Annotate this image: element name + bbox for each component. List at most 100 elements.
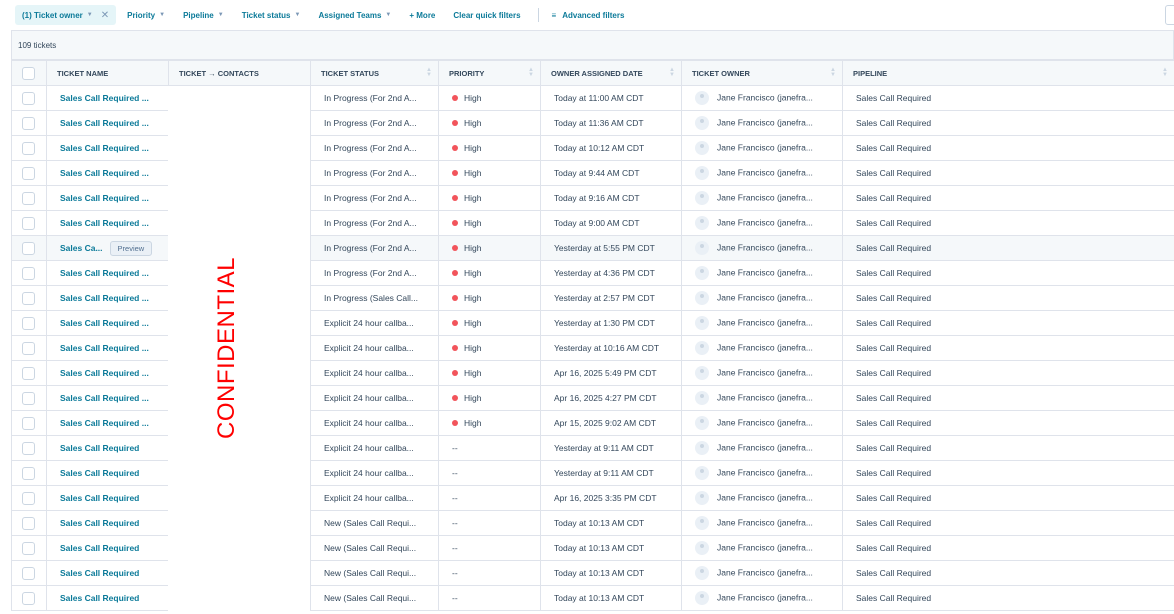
ticket-owner-filter[interactable]: (1) Ticket owner ▼ ✕: [15, 5, 117, 25]
row-checkbox[interactable]: [22, 491, 35, 505]
avatar: [695, 216, 709, 230]
priority-cell: High: [438, 110, 541, 136]
owner-name: Jane Francisco (janefra...: [717, 317, 813, 328]
avatar: [695, 391, 709, 405]
close-icon[interactable]: ✕: [101, 10, 109, 21]
ticket-owner-cell: Jane Francisco (janefra...: [681, 385, 843, 411]
column-owner-assigned-date[interactable]: OWNER ASSIGNED DATE ▲ ▼: [540, 60, 682, 86]
row-select-cell: [11, 335, 47, 361]
ticket-name-link[interactable]: Sales Call Required ...: [60, 218, 149, 228]
priority-filter[interactable]: Priority ▼: [120, 5, 172, 25]
row-checkbox[interactable]: [22, 266, 35, 280]
ticket-name-link[interactable]: Sales Call Required ...: [60, 318, 149, 328]
sort-icon[interactable]: ▲ ▼: [669, 67, 675, 78]
row-select-cell: [11, 85, 47, 111]
owner-assigned-date-cell: Today at 10:13 AM CDT: [540, 510, 682, 536]
ticket-name-link[interactable]: Sales Call Required: [60, 543, 139, 553]
ticket-name-link[interactable]: Sales Call Required ...: [60, 118, 149, 128]
row-checkbox[interactable]: [22, 391, 35, 405]
row-checkbox[interactable]: [22, 566, 35, 580]
ticket-name-link[interactable]: Sales Call Required: [60, 443, 139, 453]
ticket-name-link[interactable]: Sales Call Required: [60, 518, 139, 528]
row-checkbox[interactable]: [22, 541, 35, 555]
ticket-name-link[interactable]: Sales Call Required ...: [60, 193, 149, 203]
row-checkbox[interactable]: [22, 166, 35, 180]
advanced-filters-button[interactable]: ≡ Advanced filters: [545, 5, 632, 25]
column-pipeline[interactable]: PIPELINE ▲ ▼: [842, 60, 1174, 86]
row-checkbox[interactable]: [22, 141, 35, 155]
column-priority[interactable]: PRIORITY ▲ ▼: [438, 60, 541, 86]
sort-icon[interactable]: ▲ ▼: [426, 67, 432, 78]
ticket-owner-cell: Jane Francisco (janefra...: [681, 185, 843, 211]
column-ticket-status[interactable]: TICKET STATUS ▲ ▼: [310, 60, 439, 86]
row-checkbox[interactable]: [22, 516, 35, 530]
row-checkbox[interactable]: [22, 416, 35, 430]
priority-value: High: [464, 393, 482, 403]
row-checkbox[interactable]: [22, 241, 35, 255]
row-checkbox[interactable]: [22, 466, 35, 480]
owner-assigned-date-cell: Yesterday at 2:57 PM CDT: [540, 285, 682, 311]
ticket-name-link[interactable]: Sales Call Required ...: [60, 368, 149, 378]
ticket-name-link[interactable]: Sales Call Required ...: [60, 418, 149, 428]
ticket-name-link[interactable]: Sales Call Required ...: [60, 143, 149, 153]
owner-assigned-date-cell: Today at 10:13 AM CDT: [540, 585, 682, 611]
priority-value: --: [452, 568, 458, 578]
view-options-button[interactable]: [1165, 5, 1174, 25]
preview-button[interactable]: Preview: [109, 240, 153, 256]
row-checkbox[interactable]: [22, 441, 35, 455]
select-all-checkbox[interactable]: [22, 66, 35, 80]
sort-icon[interactable]: ▲ ▼: [830, 67, 836, 78]
row-checkbox[interactable]: [22, 591, 35, 605]
ticket-name-link[interactable]: Sales Call Required ...: [60, 168, 149, 178]
sort-icon[interactable]: ▲ ▼: [528, 67, 534, 78]
ticket-owner-cell: Jane Francisco (janefra...: [681, 260, 843, 286]
status-cell: Explicit 24 hour callba...: [310, 360, 439, 386]
ticket-name-link[interactable]: Sales Call Required ...: [60, 393, 149, 403]
ticket-name-link[interactable]: Sales Call Required ...: [60, 93, 149, 103]
sort-icon[interactable]: ▲ ▼: [1162, 67, 1168, 78]
column-ticket-contacts[interactable]: TICKET → CONTACTS: [168, 60, 311, 86]
priority-dot-icon: [452, 320, 458, 326]
priority-cell: --: [438, 460, 541, 486]
row-checkbox[interactable]: [22, 191, 35, 205]
priority-cell: --: [438, 560, 541, 586]
owner-assigned-date-cell: Apr 16, 2025 4:27 PM CDT: [540, 385, 682, 411]
ticket-name-link[interactable]: Sales Call Required: [60, 568, 139, 578]
row-checkbox[interactable]: [22, 341, 35, 355]
pipeline-cell: Sales Call Required: [842, 185, 1174, 211]
row-checkbox[interactable]: [22, 366, 35, 380]
row-checkbox[interactable]: [22, 216, 35, 230]
status-cell: Explicit 24 hour callba...: [310, 335, 439, 361]
row-checkbox[interactable]: [22, 116, 35, 130]
ticket-name-link[interactable]: Sales Call Required ...: [60, 268, 149, 278]
clear-quick-filters-button[interactable]: Clear quick filters: [446, 5, 527, 25]
priority-cell: High: [438, 85, 541, 111]
owner-assigned-date-cell: Apr 16, 2025 3:35 PM CDT: [540, 485, 682, 511]
column-ticket-owner[interactable]: TICKET OWNER ▲ ▼: [681, 60, 843, 86]
priority-value: High: [464, 218, 482, 228]
row-select-cell: [11, 185, 47, 211]
ticket-name-link[interactable]: Sales Call Required: [60, 593, 139, 603]
ticket-name-link[interactable]: Sales Call Required ...: [60, 293, 149, 303]
owner-name: Jane Francisco (janefra...: [717, 242, 813, 253]
ticket-name-link[interactable]: Sales Ca...: [60, 243, 103, 253]
row-checkbox[interactable]: [22, 316, 35, 330]
ticket-name-link[interactable]: Sales Call Required: [60, 468, 139, 478]
priority-cell: High: [438, 335, 541, 361]
column-ticket-name[interactable]: TICKET NAME: [46, 60, 169, 86]
pipeline-filter[interactable]: Pipeline ▼: [176, 5, 231, 25]
assigned-teams-filter[interactable]: Assigned Teams ▼: [311, 5, 398, 25]
row-checkbox[interactable]: [22, 91, 35, 105]
ticket-status-filter[interactable]: Ticket status ▼: [235, 5, 308, 25]
priority-value: High: [464, 243, 482, 253]
owner-name: Jane Francisco (janefra...: [717, 192, 813, 203]
priority-value: High: [464, 368, 482, 378]
owner-name: Jane Francisco (janefra...: [717, 592, 813, 603]
ticket-name-cell: Sales Call Required: [46, 535, 169, 561]
more-filters-button[interactable]: + More: [402, 5, 442, 25]
ticket-name-link[interactable]: Sales Call Required: [60, 493, 139, 503]
row-checkbox[interactable]: [22, 291, 35, 305]
status-cell: In Progress (For 2nd A...: [310, 160, 439, 186]
ticket-name-link[interactable]: Sales Call Required ...: [60, 343, 149, 353]
pipeline-cell: Sales Call Required: [842, 135, 1174, 161]
